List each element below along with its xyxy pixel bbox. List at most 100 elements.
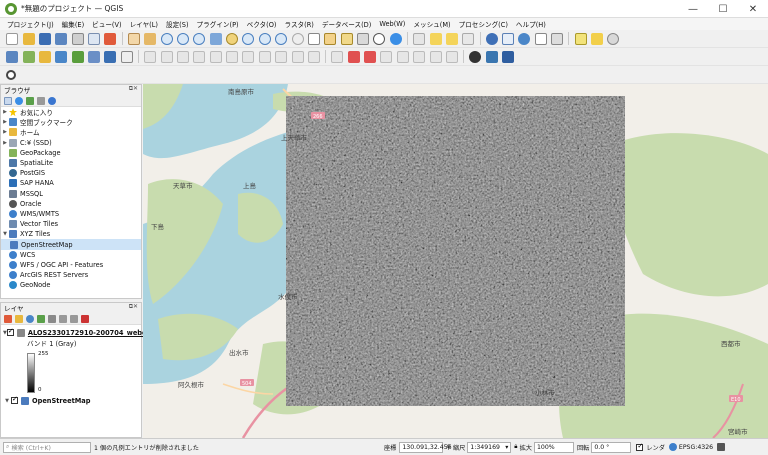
collapse-arrow-icon[interactable]: ▼ bbox=[1, 231, 9, 237]
style-layer-icon[interactable] bbox=[4, 314, 12, 323]
new-3d-map-icon[interactable] bbox=[324, 32, 337, 45]
quickmapservices-icon[interactable] bbox=[469, 50, 482, 63]
magnifier-spinbox[interactable]: 100% bbox=[533, 441, 574, 453]
browser-item-mssql[interactable]: MSSQL bbox=[1, 189, 141, 199]
scale-dropdown[interactable]: 1:349169 ▾ bbox=[467, 441, 512, 453]
redo-icon[interactable] bbox=[307, 50, 320, 63]
menu-edit[interactable]: 編集(E) bbox=[58, 19, 89, 29]
menu-plugins[interactable]: プラグイン(P) bbox=[193, 19, 243, 29]
browser-item-geopackage[interactable]: GeoPackage bbox=[1, 148, 141, 158]
collapse-icon[interactable] bbox=[37, 96, 45, 105]
zoom-full-icon[interactable] bbox=[209, 32, 222, 45]
maximize-button[interactable]: ☐ bbox=[708, 0, 738, 18]
locator-search-box[interactable]: ⌕ 検索 (Ctrl+K) bbox=[3, 441, 91, 453]
pan-to-selection-icon[interactable] bbox=[144, 32, 157, 45]
browser-item-vector-tiles[interactable]: Vector Tiles bbox=[1, 219, 141, 229]
close-button[interactable]: ✕ bbox=[738, 0, 768, 18]
layer-row-openstreetmap[interactable]: ▼ OpenStreetMap bbox=[3, 395, 90, 406]
python-console-icon[interactable] bbox=[485, 50, 498, 63]
menu-processing[interactable]: プロセシング(C) bbox=[455, 19, 512, 29]
settings-gear-icon[interactable] bbox=[518, 32, 531, 45]
identify-icon[interactable] bbox=[485, 32, 498, 45]
menu-settings[interactable]: 設定(S) bbox=[162, 19, 193, 29]
render-checkbox[interactable] bbox=[636, 442, 644, 451]
map-canvas[interactable]: 南島原市 上天草市 天草市 上島 下島 水俣市 出水市 阿久根市 西都市 小林市… bbox=[143, 84, 768, 438]
browser-item-oracle[interactable]: Oracle bbox=[1, 199, 141, 209]
panel-close-icon[interactable]: ⧉✕ bbox=[129, 85, 138, 93]
save-edits-icon[interactable] bbox=[176, 50, 189, 63]
browser-item-spatialite[interactable]: SpatiaLite bbox=[1, 158, 141, 168]
add-raster-layer-icon[interactable] bbox=[71, 50, 84, 63]
menu-project[interactable]: プロジェクト(J) bbox=[3, 19, 58, 29]
zoom-layer-icon[interactable] bbox=[242, 32, 255, 45]
add-vector-layer-icon[interactable] bbox=[55, 50, 68, 63]
label-tool-icon[interactable] bbox=[331, 50, 344, 63]
select-features-icon[interactable] bbox=[429, 32, 442, 45]
bookmark-new-icon[interactable] bbox=[340, 32, 353, 45]
browser-item-postgis[interactable]: PostGIS bbox=[1, 168, 141, 178]
zoom-native-icon[interactable] bbox=[258, 32, 271, 45]
add-selected-icon[interactable] bbox=[4, 96, 12, 105]
menu-mesh[interactable]: メッシュ(M) bbox=[409, 19, 454, 29]
add-feature-icon[interactable] bbox=[193, 50, 206, 63]
rotate-label-icon[interactable] bbox=[429, 50, 442, 63]
highlight-pinned-icon[interactable] bbox=[347, 50, 360, 63]
copy-features-icon[interactable] bbox=[258, 50, 271, 63]
add-delimited-text-icon[interactable] bbox=[88, 50, 101, 63]
coordinate-field[interactable]: 130.091,32.456 bbox=[399, 441, 452, 453]
menu-web[interactable]: Web(W) bbox=[375, 20, 409, 28]
new-geopackage-layer-icon[interactable] bbox=[22, 50, 35, 63]
reload-icon[interactable] bbox=[6, 69, 17, 80]
expand-all-icon[interactable] bbox=[59, 314, 67, 323]
zoom-rubberband-icon[interactable] bbox=[193, 32, 206, 45]
menu-help[interactable]: ヘルプ(H) bbox=[512, 19, 550, 29]
layer-visibility-checkbox[interactable] bbox=[6, 327, 14, 336]
new-map-view-icon[interactable] bbox=[307, 32, 320, 45]
browser-item-wms[interactable]: WMS/WMTS bbox=[1, 209, 141, 219]
zoom-next-icon[interactable] bbox=[291, 32, 304, 45]
layer-visibility-checkbox[interactable] bbox=[11, 395, 18, 404]
expand-arrow-icon[interactable]: ▶ bbox=[1, 109, 9, 115]
style-manager-icon[interactable] bbox=[104, 32, 117, 45]
browser-item-openstreetmap[interactable]: OpenStreetMap bbox=[1, 239, 141, 250]
print-layout-icon[interactable] bbox=[71, 32, 84, 45]
browser-item-saphana[interactable]: SAP HANA bbox=[1, 178, 141, 188]
browser-item-c-drive[interactable]: ▶ C:¥ (SSD) bbox=[1, 138, 141, 148]
add-group-icon[interactable] bbox=[15, 314, 23, 323]
crs-globe-icon[interactable] bbox=[668, 443, 677, 451]
browser-item-wcs[interactable]: WCS bbox=[1, 250, 141, 260]
locator-search-icon[interactable] bbox=[607, 32, 620, 45]
deselect-icon[interactable] bbox=[445, 32, 458, 45]
map-tips-icon[interactable] bbox=[574, 32, 587, 45]
browser-item-xyz-tiles[interactable]: ▼ XYZ Tiles bbox=[1, 229, 141, 239]
browser-item-favorites[interactable]: ▶ お気に入り bbox=[1, 107, 141, 117]
menu-raster[interactable]: ラスタ(R) bbox=[280, 19, 317, 29]
cut-features-icon[interactable] bbox=[242, 50, 255, 63]
identify-features-icon[interactable] bbox=[413, 32, 426, 45]
lock-icon[interactable]: 🔒︎ bbox=[514, 443, 517, 451]
expand-arrow-icon[interactable]: ▶ bbox=[1, 140, 9, 146]
filter-expression-icon[interactable] bbox=[48, 314, 56, 323]
browser-item-bookmarks[interactable]: ▶ 空間ブックマーク bbox=[1, 117, 141, 127]
toggle-editing-icon[interactable] bbox=[160, 50, 173, 63]
pan-icon[interactable] bbox=[127, 32, 140, 45]
rotation-spinbox[interactable]: 0.0 ° bbox=[591, 441, 632, 453]
delete-selected-icon[interactable] bbox=[226, 50, 239, 63]
zoom-out-icon[interactable] bbox=[176, 32, 189, 45]
plugin-icon[interactable] bbox=[502, 50, 515, 63]
menu-view[interactable]: ビュー(V) bbox=[88, 19, 125, 29]
manage-themes-icon[interactable] bbox=[26, 314, 34, 323]
expand-arrow-icon[interactable]: ▶ bbox=[1, 119, 9, 125]
label-properties-icon[interactable] bbox=[364, 50, 377, 63]
layout-manager-icon[interactable] bbox=[88, 32, 101, 45]
filter-legend-icon[interactable] bbox=[37, 314, 45, 323]
browser-item-home[interactable]: ▶ ホーム bbox=[1, 127, 141, 137]
show-hide-label-icon[interactable] bbox=[396, 50, 409, 63]
attribute-table-icon[interactable] bbox=[502, 32, 515, 45]
collapse-arrow-icon[interactable]: ▼ bbox=[3, 398, 11, 404]
panel-close-icon[interactable]: ⧉✕ bbox=[129, 303, 138, 311]
expand-arrow-icon[interactable]: ▶ bbox=[1, 129, 9, 135]
crs-label[interactable]: EPSG:4326 bbox=[679, 444, 713, 451]
vertex-tool-icon[interactable] bbox=[209, 50, 222, 63]
new-project-icon[interactable] bbox=[6, 32, 19, 45]
